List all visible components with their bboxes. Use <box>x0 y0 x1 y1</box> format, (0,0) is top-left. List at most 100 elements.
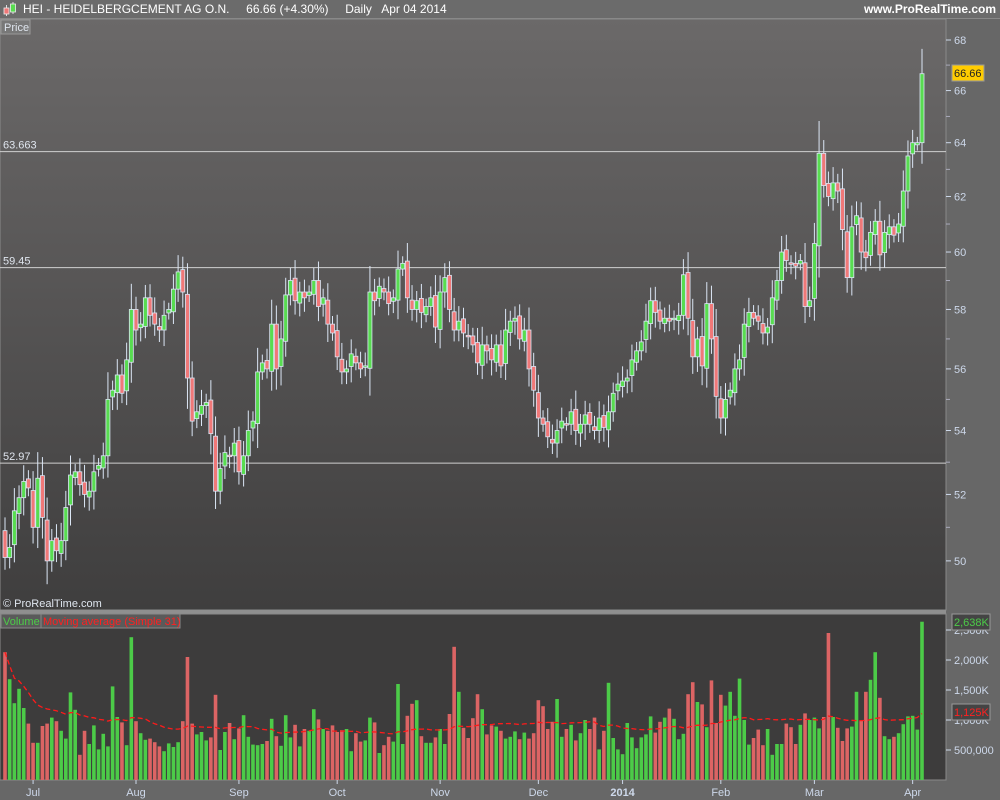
volume-bar[interactable] <box>232 739 237 780</box>
volume-bar[interactable] <box>527 738 531 780</box>
volume-bar[interactable] <box>209 737 213 780</box>
volume-bar[interactable] <box>807 720 812 780</box>
volume-bar[interactable] <box>906 716 910 780</box>
volume-bar[interactable] <box>616 749 620 780</box>
volume-bar[interactable] <box>592 717 597 780</box>
volume-bar[interactable] <box>358 741 363 780</box>
volume-bar[interactable] <box>106 746 110 780</box>
volume-bar[interactable] <box>3 652 7 780</box>
volume-bar[interactable] <box>349 751 354 780</box>
volume-bar[interactable] <box>733 715 737 780</box>
volume-bar[interactable] <box>162 751 166 780</box>
volume-bar[interactable] <box>377 753 382 780</box>
volume-bar[interactable] <box>667 708 672 780</box>
volume-bar[interactable] <box>630 737 634 780</box>
volume-bar[interactable] <box>489 725 494 780</box>
volume-bar[interactable] <box>723 705 728 780</box>
volume-bar[interactable] <box>658 721 662 780</box>
volume-bar[interactable] <box>765 729 770 780</box>
volume-bar[interactable] <box>550 721 555 780</box>
volume-bar[interactable] <box>817 728 821 780</box>
volume-bar[interactable] <box>690 682 695 780</box>
volume-bar[interactable] <box>213 694 218 780</box>
volume-bar[interactable] <box>129 637 134 780</box>
volume-bar[interactable] <box>204 740 208 780</box>
volume-bar[interactable] <box>382 745 386 780</box>
volume-bar[interactable] <box>625 723 630 780</box>
volume-bar[interactable] <box>695 702 700 780</box>
volume-bar[interactable] <box>368 717 372 780</box>
volume-bar[interactable] <box>896 733 901 780</box>
volume-bar[interactable] <box>82 730 87 780</box>
volume-bar[interactable] <box>569 724 573 780</box>
volume-bar[interactable] <box>742 720 747 780</box>
volume-bar[interactable] <box>606 682 611 780</box>
volume-bar[interactable] <box>148 738 152 780</box>
volume-bar[interactable] <box>157 746 162 780</box>
volume-bar[interactable] <box>761 745 765 780</box>
volume-bar[interactable] <box>714 723 718 780</box>
volume-bar[interactable] <box>87 744 92 780</box>
volume-bar[interactable] <box>326 730 330 780</box>
volume-bar[interactable] <box>269 718 274 780</box>
volume-bar[interactable] <box>751 738 756 780</box>
volume-bar[interactable] <box>59 730 63 780</box>
volume-bar[interactable] <box>644 734 648 780</box>
volume-bar[interactable] <box>424 742 428 780</box>
volume-bar[interactable] <box>648 716 653 780</box>
volume-bar[interactable] <box>634 748 639 780</box>
volume-bar[interactable] <box>719 694 723 780</box>
volume-bar[interactable] <box>307 730 311 780</box>
volume-bar[interactable] <box>878 697 882 780</box>
volume-bar[interactable] <box>17 688 21 780</box>
volume-bar[interactable] <box>784 723 789 780</box>
volume-bar[interactable] <box>265 741 269 780</box>
volume-bar[interactable] <box>171 747 176 780</box>
volume-bar[interactable] <box>49 717 54 780</box>
volume-bar[interactable] <box>686 694 690 780</box>
volume-bar[interactable] <box>793 744 798 780</box>
volume-bar[interactable] <box>176 742 180 780</box>
volume-bar[interactable] <box>835 727 840 780</box>
volume-bar[interactable] <box>452 646 456 780</box>
volume-bar[interactable] <box>854 691 859 780</box>
volume-bar[interactable] <box>831 717 835 780</box>
volume-bar[interactable] <box>330 725 335 780</box>
volume-bar[interactable] <box>260 744 265 780</box>
volume-bar[interactable] <box>573 740 578 780</box>
volume-bar[interactable] <box>283 715 288 780</box>
volume-bar[interactable] <box>354 733 358 780</box>
volume-bar[interactable] <box>728 691 732 780</box>
volume-bar[interactable] <box>503 738 508 780</box>
volume-bar[interactable] <box>241 715 246 780</box>
volume-bar[interactable] <box>555 699 559 780</box>
volume-bar[interactable] <box>859 720 863 780</box>
volume-bar[interactable] <box>251 744 255 780</box>
volume-bar[interactable] <box>485 734 489 780</box>
volume-bar[interactable] <box>588 729 592 780</box>
volume-bar[interactable] <box>447 714 452 780</box>
volume-bar[interactable] <box>564 729 569 780</box>
volume-bar[interactable] <box>115 717 120 780</box>
volume-bar[interactable] <box>311 709 316 780</box>
volume-bar[interactable] <box>480 709 485 780</box>
volume-bar[interactable] <box>12 703 17 780</box>
price-panel[interactable] <box>0 18 947 611</box>
volume-bar[interactable] <box>583 720 587 780</box>
volume-bar[interactable] <box>709 680 714 780</box>
volume-bar[interactable] <box>508 736 513 780</box>
volume-bar[interactable] <box>428 742 433 780</box>
volume-bar[interactable] <box>288 737 293 780</box>
volume-bar[interactable] <box>681 733 686 780</box>
volume-bar[interactable] <box>672 718 676 780</box>
volume-bar[interactable] <box>821 717 826 780</box>
volume-bar[interactable] <box>7 679 12 780</box>
volume-bar[interactable] <box>676 739 681 780</box>
volume-bar[interactable] <box>578 733 583 780</box>
volume-bar[interactable] <box>386 736 391 780</box>
volume-bar[interactable] <box>78 754 82 780</box>
volume-bar[interactable] <box>54 721 59 780</box>
volume-bar[interactable] <box>541 706 545 780</box>
volume-bar[interactable] <box>522 732 527 780</box>
volume-bar[interactable] <box>536 700 541 780</box>
